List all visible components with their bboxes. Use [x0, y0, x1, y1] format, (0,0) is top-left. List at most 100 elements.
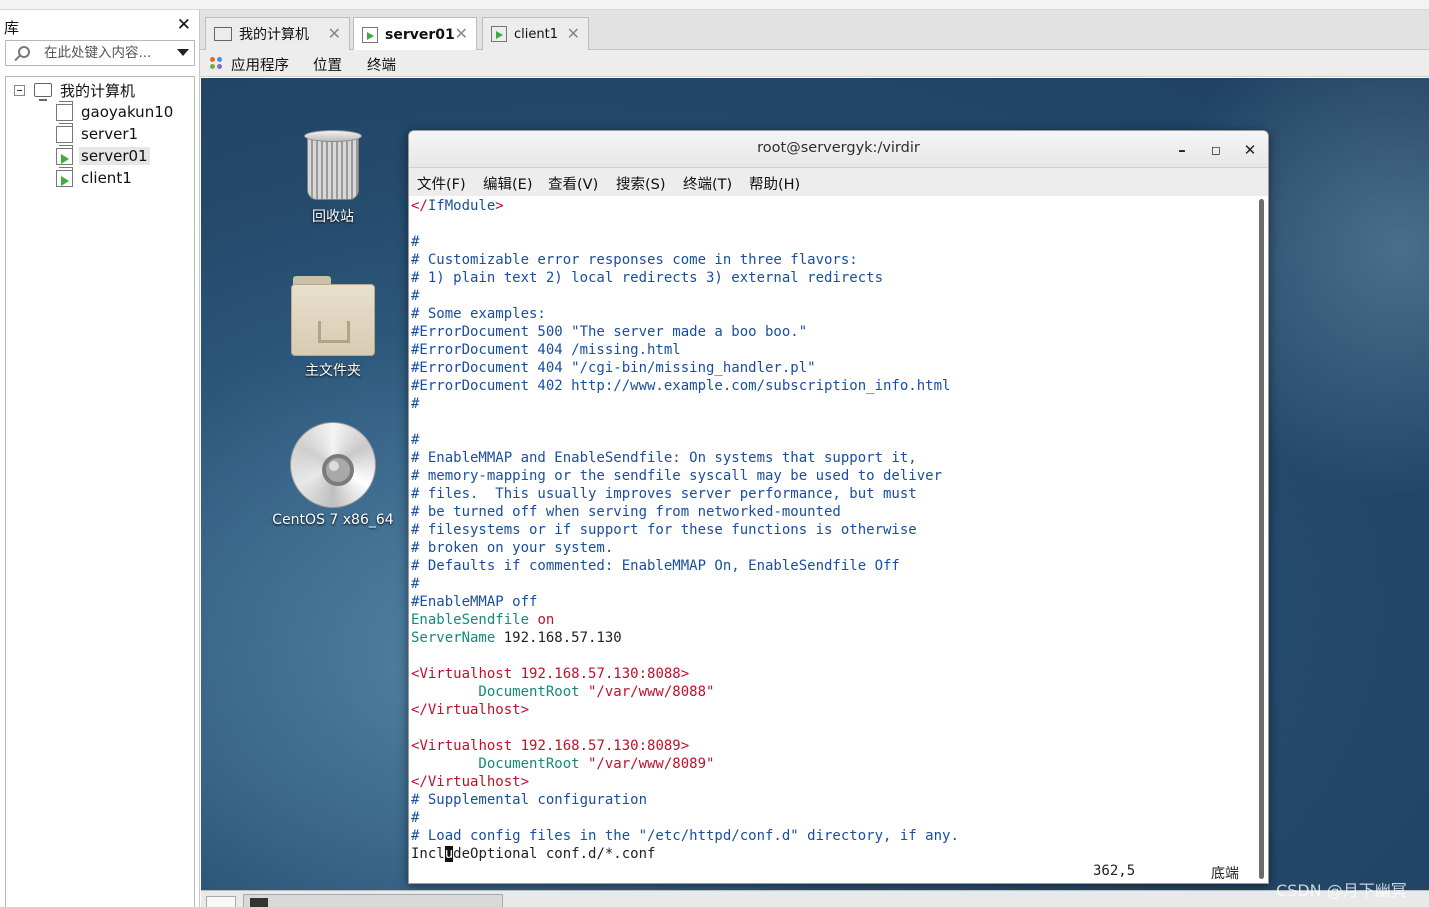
code-line: # filesystems or if support for these fu… — [411, 522, 917, 538]
close-tab-icon[interactable]: ✕ — [455, 24, 468, 43]
tree-item-server01[interactable]: server01 — [56, 144, 150, 167]
trash-icon — [304, 130, 362, 202]
menu-terminal[interactable]: 终端(T) — [683, 173, 732, 194]
chevron-down-icon[interactable] — [177, 49, 189, 56]
code-line: DocumentRoot "/var/www/8089" — [411, 756, 715, 772]
code-line: #EnableMMAP off — [411, 594, 538, 610]
tab-label: 我的计算机 — [239, 27, 309, 43]
close-tab-icon[interactable]: ✕ — [567, 24, 580, 43]
tree-item-gaoyakun10[interactable]: gaoyakun10 — [56, 100, 175, 123]
code-line: ServerName 192.168.57.130 — [411, 630, 622, 646]
tree-item-server1[interactable]: server1 — [56, 122, 140, 145]
code-line: # — [411, 576, 420, 592]
code-line: DocumentRoot "/var/www/8088" — [411, 684, 715, 700]
code-line: </Virtualhost> — [411, 774, 530, 790]
vim-status-line: 362,5 底端 — [409, 863, 1257, 882]
vm-running-icon — [362, 26, 378, 43]
code-line: # Customizable error responses come in t… — [411, 252, 858, 268]
top-strip — [0, 0, 1429, 10]
tree-item-label: server1 — [81, 125, 139, 143]
code-line: # 1) plain text 2) local redirects 3) ex… — [411, 270, 884, 286]
close-library-icon[interactable]: ✕ — [177, 15, 191, 35]
desktop-icon-disc[interactable]: CentOS 7 x86_64 — [263, 422, 403, 528]
menu-places[interactable]: 位置 — [313, 54, 342, 75]
close-icon[interactable]: ✕ — [1240, 140, 1260, 160]
code-line: EnableSendfile on — [411, 612, 555, 628]
tree-item-label: gaoyakun10 — [81, 103, 174, 121]
code-line: # Load config files in the "/etc/httpd/c… — [411, 828, 959, 844]
code-line: # files. This usually improves server pe… — [411, 486, 917, 502]
library-search-input[interactable] — [44, 44, 174, 62]
terminal-scrollbar[interactable] — [1259, 199, 1264, 879]
code-line: # broken on your system. — [411, 540, 614, 556]
code-line: # — [411, 234, 420, 250]
home-folder-icon — [291, 276, 375, 356]
cursor-position: 362,5 — [1093, 863, 1136, 879]
terminal-text-area[interactable]: </IfModule> # # Customizable error respo… — [409, 197, 1257, 883]
taskbar-terminal-entry[interactable] — [243, 894, 503, 907]
menu-view[interactable]: 查看(V) — [548, 173, 598, 194]
code-line: # EnableMMAP and EnableSendfile: On syst… — [411, 450, 917, 466]
code-line: #ErrorDocument 402 http://www.example.co… — [411, 378, 951, 394]
watermark: CSDN @月下幽冥 — [1276, 881, 1407, 900]
computer-icon — [34, 83, 52, 101]
menu-terminal[interactable]: 终端 — [367, 54, 396, 75]
applications-icon — [210, 57, 223, 70]
vm-running-icon — [56, 166, 73, 187]
scroll-position: 底端 — [1211, 866, 1239, 882]
code-line: <Virtualhost 192.168.57.130:8089> — [411, 738, 690, 754]
desktop-icon-trash[interactable]: 回收站 — [263, 130, 403, 226]
code-line: # Supplemental configuration — [411, 792, 648, 808]
tree-item-label: server01 — [79, 147, 150, 165]
desktop-icon-label: CentOS 7 x86_64 — [272, 512, 394, 528]
search-icon — [18, 46, 30, 58]
desktop-icon-home[interactable]: 主文件夹 — [263, 276, 403, 380]
library-header: 库 ✕ — [0, 14, 197, 37]
code-line: # — [411, 432, 420, 448]
vm-icon — [56, 100, 73, 121]
menu-search[interactable]: 搜索(S) — [616, 173, 666, 194]
guest-taskbar — [201, 890, 1429, 907]
vm-running-icon — [491, 26, 507, 42]
library-tree: 我的计算机 gaoyakun10 server1 server01 client… — [5, 76, 195, 907]
collapse-icon[interactable] — [14, 85, 25, 96]
code-line: # — [411, 396, 420, 412]
text-cursor: u — [444, 846, 454, 862]
vm-running-icon — [56, 144, 73, 165]
menu-applications[interactable]: 应用程序 — [231, 54, 289, 75]
tab-client1[interactable]: client1 ✕ — [482, 17, 589, 50]
gnome-top-bar: 应用程序 位置 终端 — [200, 50, 1429, 77]
vm-tab-bar: 我的计算机 ✕ server01 ✕ client1 ✕ — [200, 10, 1429, 51]
terminal-title: root@servergyk:/virdir — [757, 140, 920, 156]
computer-icon — [214, 27, 232, 41]
code-line: </Virtualhost> — [411, 702, 530, 718]
close-tab-icon[interactable]: ✕ — [328, 24, 341, 43]
tab-server01[interactable]: server01 ✕ — [353, 17, 477, 51]
terminal-titlebar[interactable]: root@servergyk:/virdir – ◻ ✕ — [409, 131, 1268, 168]
cd-disc-icon — [290, 422, 376, 508]
tree-item-label: client1 — [81, 169, 132, 187]
library-panel: 库 ✕ 我的计算机 gaoyakun10 server1 server01 cl… — [0, 10, 200, 907]
tree-item-client1[interactable]: client1 — [56, 166, 134, 189]
tree-root-label: 我的计算机 — [60, 81, 136, 100]
menu-edit[interactable]: 编辑(E) — [483, 173, 532, 194]
library-title: 库 — [4, 19, 20, 37]
terminal-window: root@servergyk:/virdir – ◻ ✕ 文件(F) 编辑(E)… — [408, 130, 1269, 884]
tab-my-computer[interactable]: 我的计算机 ✕ — [205, 17, 350, 50]
code-line: # — [411, 810, 420, 826]
maximize-icon[interactable]: ◻ — [1206, 140, 1226, 160]
code-line: #ErrorDocument 404 /missing.html — [411, 342, 681, 358]
show-desktop-button[interactable] — [206, 896, 236, 907]
desktop-icon-label: 回收站 — [312, 209, 354, 225]
menu-file[interactable]: 文件(F) — [417, 173, 466, 194]
code-line: #ErrorDocument 500 "The server made a bo… — [411, 324, 808, 340]
code-line: #ErrorDocument 404 "/cgi-bin/missing_han… — [411, 360, 816, 376]
menu-help[interactable]: 帮助(H) — [749, 173, 800, 194]
minimize-icon[interactable]: – — [1172, 140, 1192, 160]
code-line: # be turned off when serving from networ… — [411, 504, 841, 520]
code-line: # — [411, 288, 420, 304]
code-line: # Defaults if commented: EnableMMAP On, … — [411, 558, 900, 574]
library-search-box[interactable] — [5, 40, 195, 66]
tree-root-my-computer[interactable]: 我的计算机 — [6, 79, 194, 101]
vm-icon — [56, 122, 73, 143]
